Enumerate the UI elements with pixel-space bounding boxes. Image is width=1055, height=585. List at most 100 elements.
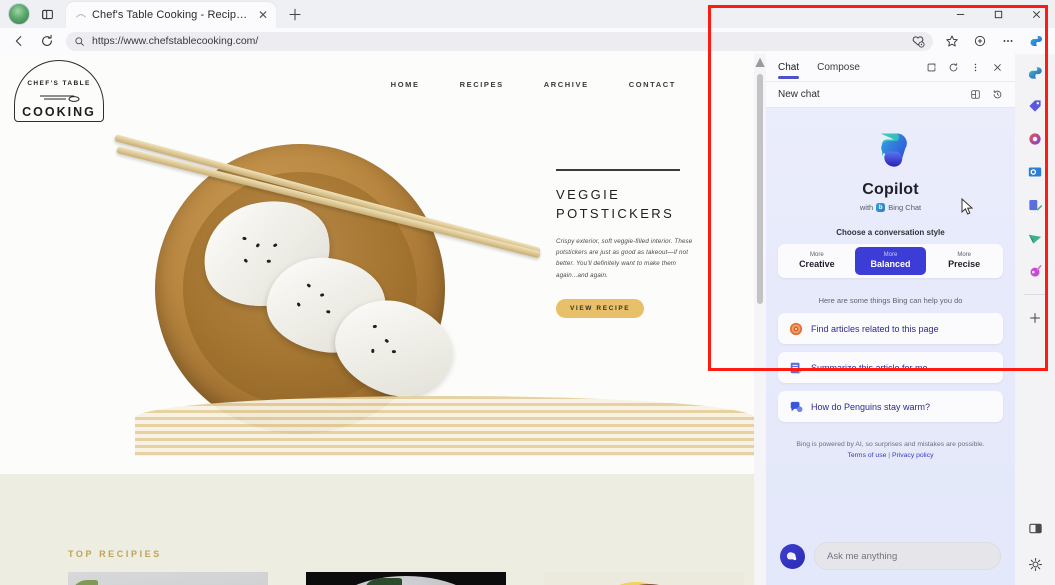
close-icon[interactable]: ✕ — [256, 8, 270, 22]
shopping-tag-icon[interactable] — [1022, 93, 1048, 119]
top-recipes-title: TOP RECIPIES — [68, 549, 162, 559]
hero-title-line1: VEGGIE — [556, 186, 621, 202]
suggestion-card-find-articles[interactable]: Find articles related to this page — [778, 313, 1003, 344]
terms-of-use-link[interactable]: Terms of use — [847, 452, 886, 459]
open-in-new-icon[interactable] — [921, 58, 941, 78]
page-scrollbar[interactable]: ▲ — [752, 54, 768, 585]
gear-icon[interactable] — [1022, 551, 1048, 577]
hero-copy: VEGGIE POTSTICKERS Crispy exterior, soft… — [556, 169, 706, 319]
scrollbar-thumb[interactable] — [757, 74, 763, 304]
tab-title: Chef's Table Cooking - Recipe ideas — [92, 9, 251, 21]
suggestion-card-summarize[interactable]: Summarize this article for me — [778, 352, 1003, 383]
refresh-icon[interactable] — [34, 30, 60, 52]
suggestion-text: How do Penguins stay warm? — [811, 401, 931, 412]
logo-arc-text: CHEF'S TABLE — [27, 80, 91, 87]
office-icon[interactable] — [1022, 126, 1048, 152]
suggestions-label: Here are some things Bing can help you d… — [818, 296, 963, 305]
nav-item-archive[interactable]: ARCHIVE — [544, 80, 589, 89]
new-chat-label[interactable]: New chat — [778, 89, 820, 100]
more-options-icon[interactable] — [995, 30, 1021, 52]
style-option-balanced[interactable]: More Balanced — [854, 247, 927, 275]
copilot-subtitle: with b Bing Chat — [860, 203, 921, 212]
plus-icon[interactable]: ＋ — [284, 3, 306, 25]
tab-search-icon[interactable] — [36, 3, 58, 25]
copilot-icon[interactable] — [1022, 60, 1048, 86]
url-text: https://www.chefstablecooking.com/ — [92, 35, 259, 47]
nav-item-home[interactable]: HOME — [391, 80, 420, 89]
site-navigation: HOME RECIPES ARCHIVE CONTACT — [391, 80, 676, 89]
favorites-star-icon[interactable] — [939, 30, 965, 52]
copilot-icon[interactable] — [1023, 30, 1049, 52]
edge-sidebar — [1015, 54, 1055, 585]
suggestion-card-penguins[interactable]: How do Penguins stay warm? — [778, 391, 1003, 422]
tools-icon[interactable] — [1022, 258, 1048, 284]
tab-chat[interactable]: Chat — [778, 54, 800, 82]
subtitle-suffix: Bing Chat — [888, 203, 922, 212]
disclaimer-text: Bing is powered by AI, so surprises and … — [796, 441, 985, 448]
browser-tab[interactable]: Chef's Table Cooking - Recipe ideas ✕ — [66, 2, 276, 28]
web-page-content: CHEF'S TABLE COOKING HOME RECIPES ARCHIV… — [0, 54, 766, 585]
style-option-creative[interactable]: More Creative — [781, 247, 853, 275]
copilot-input-bar: Ask me anything — [766, 533, 1015, 585]
plus-icon[interactable] — [1022, 305, 1048, 331]
address-bar[interactable]: https://www.chefstablecooking.com/ — [66, 31, 933, 51]
ask-me-anything-input[interactable]: Ask me anything — [814, 542, 1001, 570]
style-label: Creative — [799, 258, 835, 269]
site-logo[interactable]: CHEF'S TABLE COOKING — [14, 60, 104, 122]
collections-add-icon[interactable] — [911, 34, 925, 48]
search-icon — [75, 36, 84, 46]
recipe-card[interactable] — [544, 572, 744, 585]
wave-decoration — [135, 396, 755, 456]
hero-image — [95, 124, 755, 456]
hero-section: VEGGIE POTSTICKERS Crispy exterior, soft… — [0, 124, 766, 474]
copilot-body: Copilot with b Bing Chat Choose a conver… — [766, 108, 1015, 533]
nav-item-recipes[interactable]: RECIPES — [460, 80, 504, 89]
style-option-precise[interactable]: More Precise — [928, 247, 1000, 275]
divider — [1024, 294, 1046, 295]
conversation-style-label: Choose a conversation style — [836, 228, 945, 237]
logo-word: COOKING — [22, 105, 96, 119]
document-summary-icon — [790, 362, 803, 374]
site-header: CHEF'S TABLE COOKING HOME RECIPES ARCHIV… — [0, 54, 766, 124]
copilot-logo-icon — [880, 133, 907, 167]
nav-item-contact[interactable]: CONTACT — [629, 80, 676, 89]
view-recipe-button[interactable]: VIEW RECIPE — [556, 299, 645, 319]
more-options-icon[interactable] — [965, 58, 985, 78]
style-prefix: More — [957, 251, 972, 258]
close-icon[interactable] — [987, 58, 1007, 78]
copilot-avatar-icon[interactable] — [780, 543, 805, 569]
games-icon[interactable] — [1022, 225, 1048, 251]
input-placeholder: Ask me anything — [827, 550, 898, 562]
copilot-title: Copilot — [862, 181, 919, 198]
separator: | — [888, 451, 891, 459]
suggestion-text: Summarize this article for me — [811, 362, 928, 373]
copilot-branding: Copilot with b Bing Chat — [778, 108, 1003, 212]
subtitle-prefix: with — [859, 203, 874, 212]
copilot-new-chat-bar: New chat — [766, 82, 1015, 108]
scroll-up-icon[interactable]: ▲ — [752, 54, 768, 71]
profile-avatar-icon[interactable] — [8, 3, 30, 25]
back-arrow-icon[interactable] — [6, 30, 32, 52]
close-icon[interactable] — [1017, 0, 1055, 28]
mouse-pointer-icon — [961, 198, 974, 215]
privacy-policy-link[interactable]: Privacy policy — [892, 452, 934, 459]
utensil-icon — [40, 95, 80, 102]
history-clock-icon[interactable] — [987, 85, 1007, 105]
tab-compose[interactable]: Compose — [817, 54, 860, 82]
plugins-grid-icon[interactable] — [965, 85, 985, 105]
drop-editor-icon[interactable] — [1022, 192, 1048, 218]
style-prefix: More — [883, 251, 898, 258]
top-recipes-section: TOP RECIPIES — [0, 474, 766, 585]
conversation-style-group: More Creative More Balanced More Precise — [778, 244, 1003, 278]
site-favicon — [76, 14, 86, 18]
minimize-icon[interactable] — [941, 0, 979, 28]
outlook-icon[interactable] — [1022, 159, 1048, 185]
maximize-icon[interactable] — [979, 0, 1017, 28]
recipe-card[interactable] — [306, 572, 506, 585]
recipe-card[interactable] — [68, 572, 268, 585]
browser-essentials-icon[interactable] — [967, 30, 993, 52]
split-screen-icon[interactable] — [1022, 515, 1048, 541]
window-controls — [941, 0, 1055, 28]
browser-window: Chef's Table Cooking - Recipe ideas ✕ ＋ … — [0, 0, 1055, 585]
refresh-icon[interactable] — [943, 58, 963, 78]
